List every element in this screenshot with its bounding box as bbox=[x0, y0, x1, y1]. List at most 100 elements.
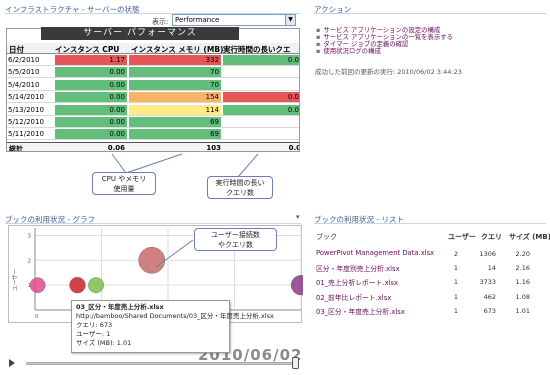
row-memory: 69 bbox=[129, 129, 221, 140]
server-performance-banner: サーバー パフォーマンス bbox=[41, 27, 239, 40]
workbook-link[interactable]: 区分・年度別売上分析.xlsx bbox=[316, 263, 400, 273]
long-queries-callout: 実行時間の長い クエリ数 bbox=[207, 176, 273, 199]
row-date: 5/14/2010 bbox=[8, 93, 44, 102]
bubble-point bbox=[290, 275, 312, 296]
tooltip-name: 03_区分・年度売上分析.xlsx bbox=[76, 303, 164, 311]
list-col-book[interactable]: ブック bbox=[316, 232, 337, 242]
workbook-list-row: 区分・年度別売上分析.xlsx 1 14 2.16 bbox=[316, 263, 548, 276]
row-date: 5/5/2010 bbox=[8, 68, 40, 77]
row-cpu: 0.00 bbox=[55, 129, 127, 140]
row-memory: 154 bbox=[129, 92, 221, 103]
chevron-down-icon[interactable]: ▼ bbox=[285, 15, 295, 25]
row-date: 5/4/2010 bbox=[8, 80, 40, 89]
grid-row: 5/11/2010 0.00 69 bbox=[7, 129, 299, 141]
col-queries[interactable]: 実行時間の長いクエ bbox=[223, 44, 291, 55]
workbook-link[interactable]: PowerPivot Management Data.xlsx bbox=[316, 249, 434, 257]
last-update-text: 成功した前回の更新の実行: 2010/06/02 3:44:23 bbox=[315, 68, 462, 76]
bubble-point bbox=[29, 277, 46, 294]
chart-divider bbox=[5, 223, 301, 224]
row-queries bbox=[223, 129, 299, 140]
workbook-users: 1 bbox=[453, 292, 458, 301]
row-cpu: 0.00 bbox=[55, 117, 127, 127]
list-col-users[interactable]: ユーザー bbox=[448, 232, 476, 242]
list-divider bbox=[314, 223, 546, 224]
col-memory[interactable]: インスタンス メモリ (MB) bbox=[131, 44, 223, 55]
tooltip-size: サイズ (MB): 1.01 bbox=[76, 339, 132, 347]
performance-grid: ▼ 日付 インスタンス CPU インスタンス メモリ (MB) 実行時間の長いク… bbox=[6, 28, 300, 152]
row-memory: 114 bbox=[129, 104, 221, 115]
users-queries-callout: ユーザー接続数 やクエリ数 bbox=[194, 228, 277, 251]
workbook-size: 2.20 bbox=[515, 250, 530, 258]
actions-list: ▪ サービス アプリケーションの設定の構成 ▪ サービス アプリケーションの一覧を表… bbox=[316, 27, 453, 55]
row-queries: 0.0 bbox=[223, 92, 299, 103]
row-cpu: 1.17 bbox=[55, 55, 127, 65]
row-cpu: 0.00 bbox=[55, 92, 127, 103]
workbook-queries: 462 bbox=[483, 292, 496, 301]
view-select[interactable]: Performance ▼ bbox=[172, 14, 296, 26]
row-memory: 332 bbox=[129, 55, 221, 65]
bubble-tooltip: 03_区分・年度売上分析.xlsx http://bamboo/Shared D… bbox=[71, 300, 274, 353]
view-label: 表示: bbox=[152, 18, 169, 26]
workbook-list-row: PowerPivot Management Data.xlsx 2 1306 2.20 bbox=[316, 249, 548, 262]
row-cpu: 0.00 bbox=[55, 67, 127, 78]
bubble-point bbox=[69, 276, 86, 294]
bubble-point bbox=[88, 277, 104, 294]
long-queries-callout-text: 実行時間の長い クエリ数 bbox=[215, 179, 265, 197]
grid-row: 5/14/2010 0.00 154 0.0 bbox=[7, 92, 299, 104]
tooltip-users: ユーザー: 1 bbox=[76, 330, 111, 338]
col-cpu[interactable]: インスタンス CPU bbox=[55, 44, 119, 55]
workbook-queries: 673 bbox=[483, 306, 496, 315]
view-select-value: Performance bbox=[175, 16, 220, 24]
grid-row: 5/13/2010 0.00 114 0.0 bbox=[7, 104, 299, 116]
row-date: 5/11/2010 bbox=[8, 130, 44, 139]
workbook-queries: 1306 bbox=[479, 250, 496, 258]
timeline-slider-thumb[interactable] bbox=[292, 357, 299, 369]
row-memory: 70 bbox=[129, 67, 221, 78]
actions-divider bbox=[314, 13, 546, 14]
x-tick-label: 0 bbox=[35, 314, 39, 320]
row-cpu: 0.00 bbox=[55, 79, 127, 90]
workbook-link[interactable]: 03_区分・年度売上分析.xlsx bbox=[316, 306, 405, 316]
y-tick-label: 3 bbox=[28, 233, 32, 239]
workbook-size: 1.16 bbox=[515, 278, 530, 287]
row-date: 6/2/2010 bbox=[8, 56, 40, 64]
workbook-queries: 14 bbox=[487, 264, 496, 273]
row-date: 5/12/2010 bbox=[8, 118, 44, 126]
col-date[interactable]: 日付 bbox=[9, 44, 24, 55]
workbook-users: 1 bbox=[453, 264, 458, 273]
row-queries bbox=[223, 67, 299, 78]
workbook-list-row: 02_前年比レポート.xlsx 1 462 1.08 bbox=[316, 292, 548, 305]
row-memory: 70 bbox=[129, 79, 221, 90]
play-icon[interactable] bbox=[9, 359, 15, 367]
users-queries-callout-text: ユーザー接続数 やクエリ数 bbox=[211, 231, 260, 249]
action-link-usage-logs[interactable]: ▪ 使用状況ログの構成 bbox=[316, 48, 453, 55]
workbook-link[interactable]: 02_前年比レポート.xlsx bbox=[316, 292, 391, 302]
workbook-link[interactable]: 01_売上分析レポート.xlsx bbox=[316, 277, 398, 287]
workbook-size: 1.08 bbox=[515, 292, 530, 301]
cpu-memory-callout-text: CPU やメモリ 使用量 bbox=[101, 175, 147, 193]
timeline-slider-track[interactable] bbox=[26, 362, 296, 365]
workbook-list-row: 03_区分・年度売上分析.xlsx 1 673 1.01 bbox=[316, 306, 548, 319]
list-col-size[interactable]: サイズ (MB) bbox=[509, 232, 550, 242]
row-cpu: 0.00 bbox=[55, 104, 127, 115]
workbook-users: 2 bbox=[453, 250, 458, 258]
y-axis-label: ユーザー bbox=[12, 269, 19, 291]
grid-row: 5/12/2010 0.00 69 bbox=[7, 117, 299, 128]
list-col-queries[interactable]: クエリ bbox=[481, 232, 502, 242]
row-queries bbox=[223, 79, 299, 90]
chart-menu-icon[interactable]: ▾ bbox=[296, 213, 300, 221]
workbook-users: 1 bbox=[453, 306, 458, 315]
grid-row: 5/5/2010 0.00 70 bbox=[7, 67, 299, 79]
row-queries: 0.0 bbox=[223, 104, 299, 115]
grid-header-row: 日付 インスタンス CPU インスタンス メモリ (MB) 実行時間の長いクエ bbox=[7, 43, 299, 55]
row-queries bbox=[223, 117, 299, 127]
workbook-queries: 3733 bbox=[479, 278, 496, 287]
row-queries: 0.0 bbox=[223, 55, 299, 65]
grid-row: 6/2/2010 1.17 332 0.0 bbox=[7, 55, 299, 66]
workbook-size: 2.16 bbox=[515, 264, 530, 273]
row-date: 5/13/2010 bbox=[8, 105, 44, 114]
tooltip-queries: クエリ: 673 bbox=[76, 321, 113, 329]
y-tick-label: 2 bbox=[28, 258, 32, 264]
workbook-users: 1 bbox=[453, 278, 458, 287]
workbook-size: 1.01 bbox=[515, 306, 530, 315]
